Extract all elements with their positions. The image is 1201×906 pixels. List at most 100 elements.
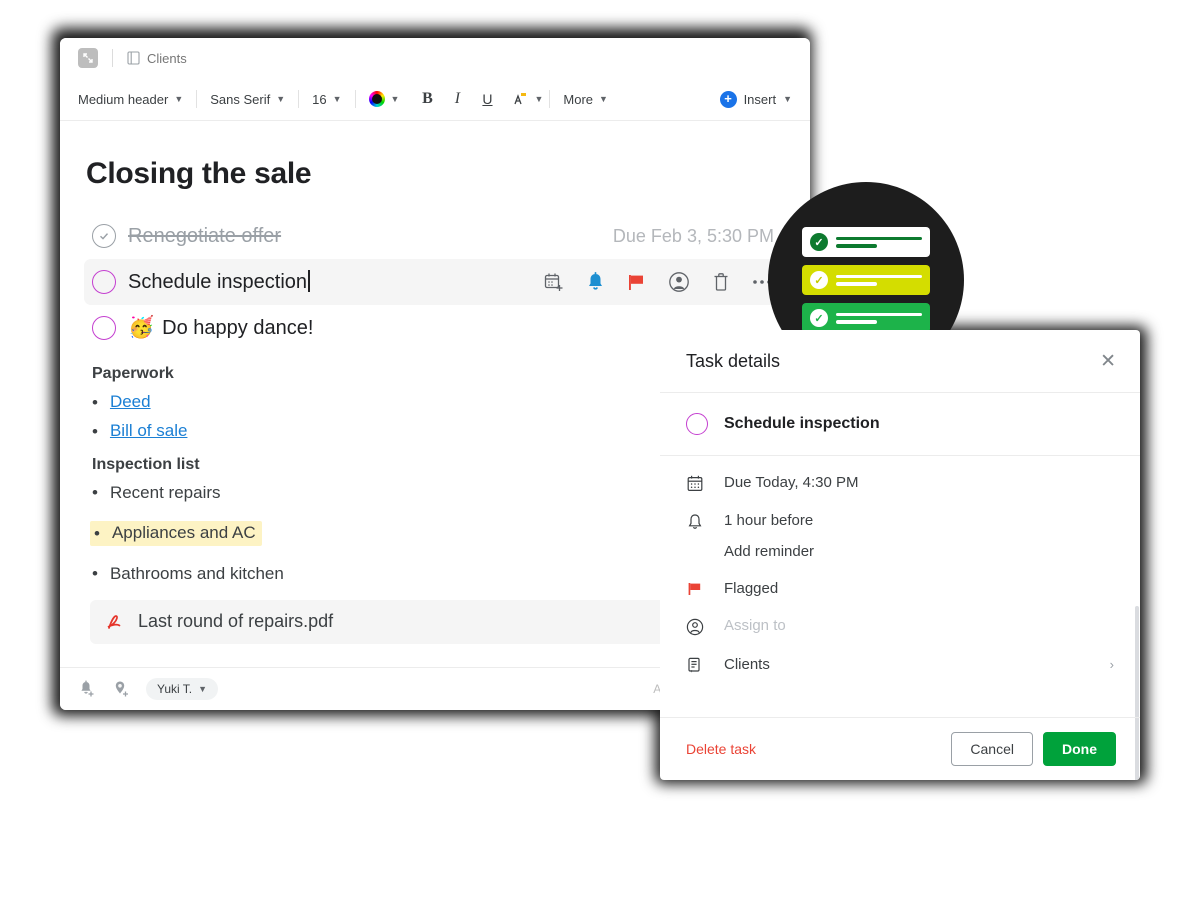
bullet-dot-icon: • <box>92 392 98 412</box>
highlight-icon <box>512 91 528 107</box>
bullet-dot-icon: • <box>94 523 100 543</box>
flag-icon <box>686 580 704 597</box>
collapse-arrow-icon <box>83 53 93 63</box>
checkbox-checked-icon[interactable] <box>92 224 116 248</box>
tab-divider <box>112 49 113 67</box>
text-color-icon <box>368 91 385 107</box>
task-due-date: Due Feb 3, 5:30 PM <box>612 225 774 246</box>
panel-task-row[interactable]: Schedule inspection <box>660 393 1140 456</box>
list-item-label: Recent repairs <box>109 482 221 502</box>
list-icon <box>686 656 704 674</box>
user-chip[interactable]: Yuki T. ▼ <box>146 678 219 700</box>
assign-person-icon[interactable] <box>668 271 690 293</box>
chevron-down-icon: ▼ <box>599 93 608 104</box>
reminder-values: 1 hour before Add reminder <box>724 512 814 560</box>
paragraph-style-label: Medium header <box>78 91 169 107</box>
text-cursor <box>308 270 310 292</box>
add-reminder-link[interactable]: Add reminder <box>724 543 814 560</box>
badge-card-white: ✓ <box>802 227 930 257</box>
tab-clients[interactable]: Clients <box>127 51 187 66</box>
task-details-panel: Task details ✕ Schedule inspection Due T… <box>660 330 1140 780</box>
calendar-add-icon[interactable] <box>544 272 564 292</box>
document-icon <box>127 51 140 65</box>
checkbox-icon[interactable] <box>92 270 116 294</box>
task-action-icons <box>544 271 772 293</box>
flag-icon[interactable] <box>627 272 646 292</box>
bold-button[interactable]: B <box>412 90 442 108</box>
list-name: Clients <box>724 656 770 673</box>
font-family-dropdown[interactable]: Sans Serif ▼ <box>197 92 298 107</box>
reminder-bell-icon[interactable] <box>586 272 605 292</box>
task-title: Schedule inspection <box>128 271 308 293</box>
font-size-label: 16 <box>312 91 327 107</box>
chevron-down-icon: ▼ <box>198 683 208 694</box>
cancel-button[interactable]: Cancel <box>951 732 1033 766</box>
chevron-right-icon[interactable]: › <box>1110 657 1114 672</box>
add-reminder-icon[interactable] <box>78 679 98 699</box>
insert-dropdown[interactable]: + Insert ▼ <box>719 90 792 108</box>
collapse-button[interactable] <box>78 48 98 68</box>
more-label: More <box>563 91 594 107</box>
screenshot-root: Clients Medium header ▼ Sans Serif ▼ 16 … <box>0 0 1201 906</box>
panel-task-name: Schedule inspection <box>724 415 880 432</box>
bullet-dot-icon: • <box>92 564 98 584</box>
chevron-down-icon: ▼ <box>783 93 792 104</box>
panel-footer: Delete task Cancel Done <box>660 717 1140 780</box>
chevron-down-icon: ▼ <box>276 93 286 104</box>
badge-card-lines <box>836 274 922 286</box>
panel-row-assign[interactable]: Assign to <box>686 617 1114 636</box>
add-location-icon[interactable] <box>112 679 132 699</box>
chevron-down-icon: ▼ <box>534 93 544 104</box>
checkbox-icon[interactable] <box>686 413 708 435</box>
font-size-dropdown[interactable]: 16 ▼ <box>299 92 354 107</box>
list-item-label: Appliances and AC <box>111 523 256 543</box>
plus-icon: + <box>719 90 737 108</box>
panel-row-list[interactable]: Clients › <box>686 656 1114 674</box>
done-button[interactable]: Done <box>1043 732 1116 766</box>
party-face-emoji: 🥳 <box>128 316 155 339</box>
panel-title: Task details <box>686 350 781 371</box>
panel-row-due-date[interactable]: Due Today, 4:30 PM <box>686 474 1114 492</box>
paragraph-style-dropdown[interactable]: Medium header ▼ <box>78 92 196 107</box>
highlight-dropdown[interactable]: ▼ <box>502 91 549 107</box>
task-row[interactable]: Renegotiate offer Due Feb 3, 5:30 PM <box>84 213 786 259</box>
more-formatting-dropdown[interactable]: More ▼ <box>550 92 621 107</box>
delete-task-button[interactable]: Delete task <box>686 741 756 757</box>
flagged-label: Flagged <box>724 580 779 597</box>
tab-bar: Clients <box>60 38 810 78</box>
bullet-dot-icon: • <box>92 422 98 442</box>
reminder-value: 1 hour before <box>724 512 814 529</box>
user-name: Yuki T. <box>157 682 193 696</box>
link-bill-of-sale[interactable]: Bill of sale <box>110 421 187 441</box>
badge-card-lines <box>836 312 922 324</box>
chevron-down-icon: ▼ <box>332 93 342 104</box>
underline-button[interactable]: U <box>472 91 502 107</box>
list-item-highlighted[interactable]: • Appliances and AC <box>90 521 262 546</box>
checkbox-icon[interactable] <box>92 316 116 340</box>
person-circle-icon <box>686 617 704 636</box>
tab-label: Clients <box>147 50 187 66</box>
task-row-active[interactable]: Schedule inspection <box>84 259 786 305</box>
check-icon: ✓ <box>810 271 828 289</box>
panel-row-flagged[interactable]: Flagged <box>686 580 1114 597</box>
list-item-label: Bathrooms and kitchen <box>109 563 284 583</box>
delete-trash-icon[interactable] <box>712 272 730 292</box>
task-title: Renegotiate offer <box>128 224 282 247</box>
check-icon: ✓ <box>810 233 828 251</box>
page-title: Closing the sale <box>86 157 312 190</box>
task-title: Do happy dance! <box>162 316 314 339</box>
bell-icon <box>686 512 704 531</box>
insert-label: Insert <box>743 91 777 107</box>
bullet-dot-icon: • <box>92 483 98 503</box>
assign-to-placeholder: Assign to <box>724 617 786 634</box>
check-icon: ✓ <box>810 309 828 327</box>
close-icon[interactable]: ✕ <box>1100 352 1116 371</box>
due-date-value: Due Today, 4:30 PM <box>724 474 859 491</box>
pdf-icon <box>104 612 124 632</box>
italic-button[interactable]: I <box>442 90 472 108</box>
link-deed[interactable]: Deed <box>110 392 151 412</box>
panel-row-reminder[interactable]: 1 hour before Add reminder <box>686 512 1114 560</box>
text-color-dropdown[interactable]: ▼ <box>356 91 413 107</box>
panel-body: Due Today, 4:30 PM 1 hour before Add rem… <box>660 456 1140 780</box>
badge-card-green: ✓ <box>802 303 930 333</box>
